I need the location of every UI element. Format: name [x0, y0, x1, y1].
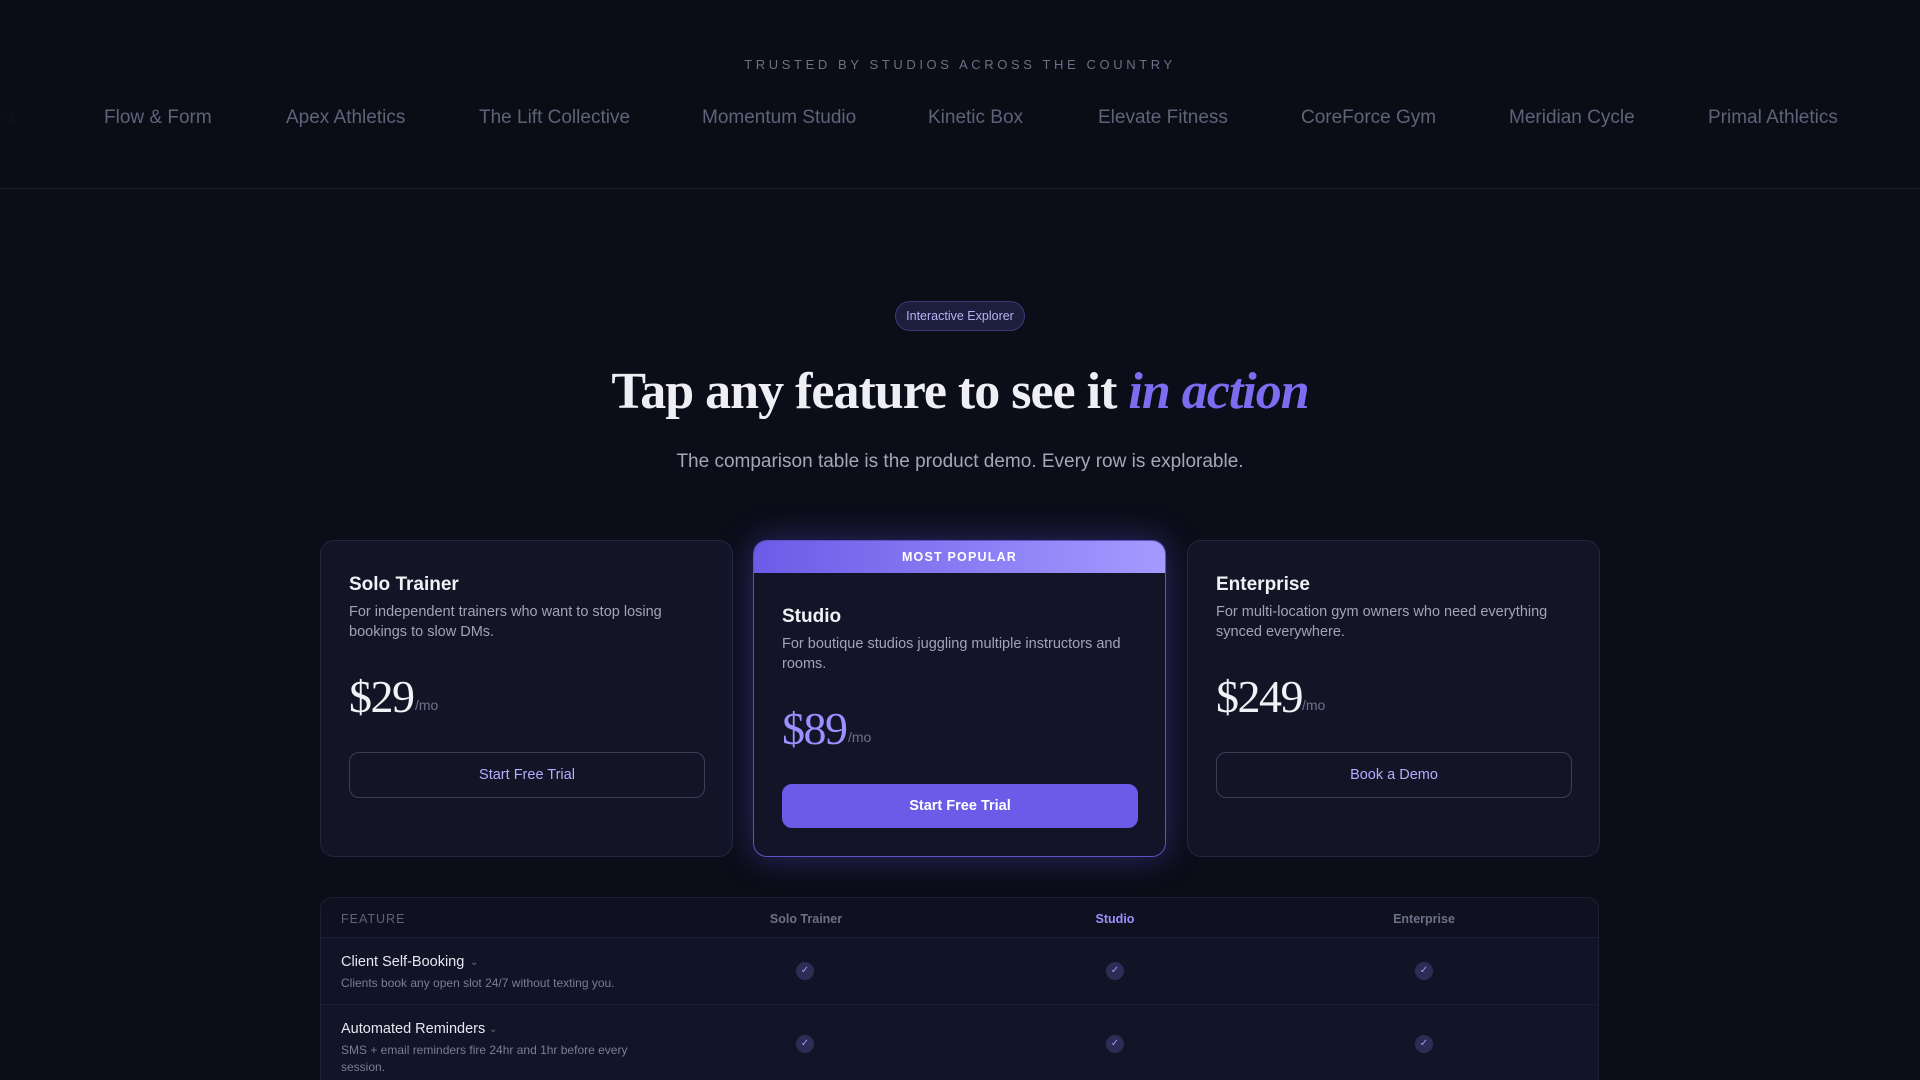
feature-description: SMS + email reminders fire 24hr and 1hr … [341, 1043, 628, 1074]
check-icon: ✓ [1415, 1035, 1433, 1053]
plan-period: /mo [415, 697, 439, 713]
headline-plain: Tap any feature to see it [611, 363, 1129, 420]
plan-description: For boutique studios juggling multiple i… [782, 636, 1121, 672]
column-header-feature: FEATURE [341, 912, 406, 926]
most-popular-ribbon: MOST POPULAR [754, 541, 1165, 573]
trusted-label: TRUSTED BY STUDIOS ACROSS THE COUNTRY [744, 57, 1176, 72]
interactive-explorer-badge: Interactive Explorer [895, 301, 1025, 331]
plan-name: Solo Trainer [349, 574, 459, 595]
chevron-down-icon[interactable]: ⌄ [470, 957, 478, 968]
logo-the-lift-collective: The Lift Collective [479, 107, 631, 128]
feature-name: Client Self-Booking [341, 954, 465, 970]
logo-meridian-cycle: Meridian Cycle [1509, 107, 1635, 128]
pricing-page: TRUSTED BY STUDIOS ACROSS THE COUNTRY ss… [0, 0, 1920, 1080]
check-icon: ✓ [796, 962, 814, 980]
check-icon: ✓ [1106, 1035, 1124, 1053]
logo-fade-right [1830, 90, 1920, 150]
plan-name: Studio [782, 606, 842, 627]
logo-apex-athletics: Apex Athletics [286, 107, 406, 128]
plan-period: /mo [1302, 697, 1326, 713]
plan-price: $249 [1216, 671, 1304, 722]
plan-period: /mo [848, 729, 872, 745]
check-icon: ✓ [796, 1035, 814, 1053]
column-header-enterprise: Enterprise [1393, 912, 1455, 926]
logo-elevate-fitness: Elevate Fitness [1098, 107, 1228, 128]
logo-fade-left [0, 90, 90, 150]
book-a-demo-button[interactable]: Book a Demo [1216, 752, 1572, 798]
plan-name: Enterprise [1216, 574, 1310, 595]
chevron-down-icon[interactable]: ⌄ [489, 1024, 497, 1035]
feature-description: Clients book any open slot 24/7 without … [341, 976, 615, 990]
check-icon: ✓ [1415, 962, 1433, 980]
headline-accent: in action [1128, 363, 1309, 420]
page-subtitle: The comparison table is the product demo… [676, 451, 1244, 472]
plan-price: $29 [349, 671, 415, 722]
feature-comparison-table: FEATURE Solo Trainer Studio Enterprise C… [320, 897, 1599, 1080]
column-header-studio: Studio [1095, 912, 1135, 926]
logo-primal-athletics: Primal Athletics [1708, 107, 1838, 128]
logo-momentum-studio: Momentum Studio [702, 107, 857, 128]
plan-card-enterprise: Enterprise For multi-location gym owners… [1187, 540, 1600, 857]
logo-coreforce-gym: CoreForce Gym [1301, 107, 1437, 128]
logo-kinetic-box: Kinetic Box [928, 107, 1024, 128]
column-header-solo-trainer: Solo Trainer [769, 912, 843, 926]
logo-flow-and-form: Flow & Form [104, 107, 212, 128]
plan-card-solo-trainer: Solo Trainer For independent trainers wh… [320, 540, 733, 857]
table-row-automated-reminders[interactable]: Automated Reminders ⌄ SMS + email remind… [321, 1005, 1598, 1080]
plan-price: $89 [782, 703, 848, 754]
trusted-logos-strip: TRUSTED BY STUDIOS ACROSS THE COUNTRY ss… [0, 0, 1920, 189]
start-free-trial-button-primary[interactable]: Start Free Trial [782, 784, 1138, 828]
page-title: Tap any feature to see it in action [0, 362, 1920, 421]
start-free-trial-button[interactable]: Start Free Trial [349, 752, 705, 798]
plan-description: For multi-location gym owners who need e… [1216, 604, 1548, 640]
feature-name: Automated Reminders [341, 1021, 486, 1037]
check-icon: ✓ [1106, 962, 1124, 980]
table-row-client-self-booking[interactable]: Client Self-Booking ⌄ Clients book any o… [321, 938, 1598, 1005]
plan-card-studio: MOST POPULAR Studio For boutique studios… [753, 540, 1166, 857]
table-header: FEATURE Solo Trainer Studio Enterprise [321, 898, 1598, 938]
logo-marquee: ss Flow & Form Apex Athletics The Lift C… [0, 107, 1920, 133]
plan-description: For independent trainers who want to sto… [349, 604, 662, 640]
